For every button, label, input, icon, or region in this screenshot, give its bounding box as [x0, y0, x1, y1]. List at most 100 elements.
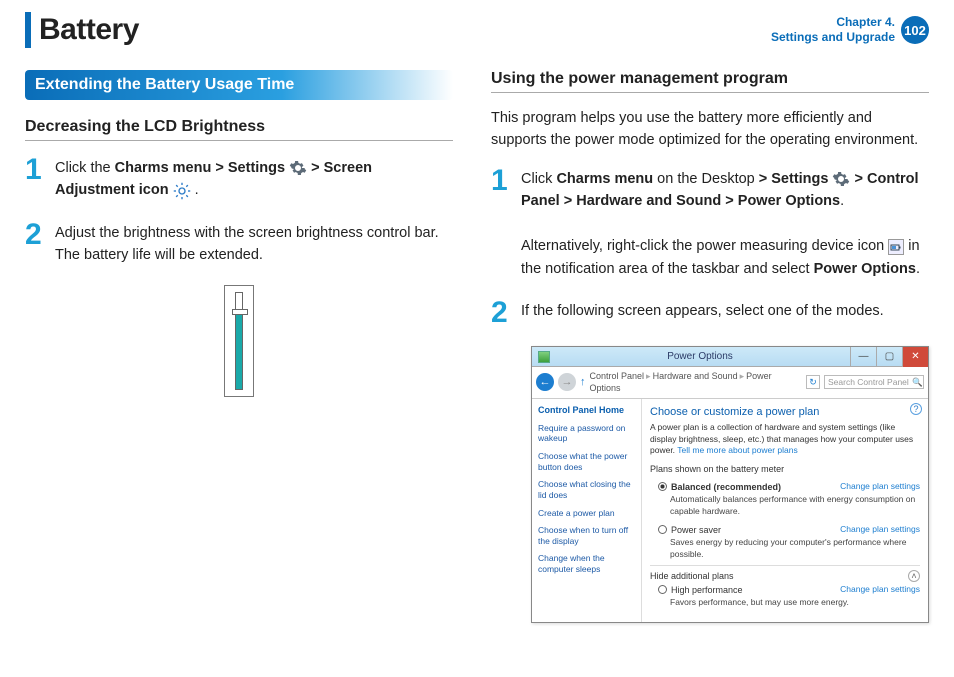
- sidebar-link[interactable]: Create a power plan: [538, 508, 635, 519]
- right-column: Using the power management program This …: [491, 70, 929, 623]
- step-number: 1: [491, 166, 521, 280]
- change-plan-link[interactable]: Change plan settings: [840, 481, 920, 492]
- header-right: Chapter 4. Settings and Upgrade 102: [771, 15, 929, 45]
- page-number-badge: 102: [901, 16, 929, 44]
- page-title: Battery: [39, 13, 139, 47]
- collapse-icon[interactable]: ˄: [908, 570, 920, 582]
- slider-fill: [236, 311, 242, 389]
- window-icon: [538, 351, 550, 363]
- maximize-button[interactable]: ▢: [876, 347, 902, 367]
- title-accent-bar: [25, 12, 31, 48]
- plan-option[interactable]: Power saver: [658, 524, 721, 536]
- text: .: [840, 193, 844, 209]
- bold-text: Power Options: [814, 261, 916, 277]
- bold-text: Charms menu: [556, 171, 653, 187]
- bc-item[interactable]: Hardware and Sound: [653, 371, 738, 381]
- text: Click: [521, 171, 556, 187]
- bold-text: Power Options: [738, 193, 840, 209]
- refresh-button[interactable]: ↻: [806, 375, 820, 389]
- plan-option[interactable]: High performance: [658, 584, 743, 596]
- sidebar-link[interactable]: Choose what the power button does: [538, 451, 635, 472]
- panel-heading: Choose or customize a power plan: [650, 405, 920, 420]
- search-placeholder: Search Control Panel: [828, 377, 909, 388]
- chapter-line1: Chapter 4.: [771, 15, 895, 30]
- plan-desc: Favors performance, but may use more ene…: [670, 597, 920, 608]
- plan-desc: Automatically balances performance with …: [670, 494, 920, 517]
- chapter-line2: Settings and Upgrade: [771, 30, 895, 45]
- brightness-icon: [173, 182, 191, 200]
- window-title: Power Options: [550, 350, 850, 364]
- main-panel: ? Choose or customize a power plan A pow…: [642, 399, 928, 622]
- chapter-label: Chapter 4. Settings and Upgrade: [771, 15, 895, 45]
- step-number: 1: [25, 155, 55, 202]
- bc-item[interactable]: Control Panel: [590, 371, 645, 381]
- step-1-left: 1 Click the Charms menu > Settings > Scr…: [25, 155, 453, 202]
- title-wrap: Battery: [25, 12, 139, 48]
- step-number: 2: [491, 298, 521, 328]
- change-plan-link[interactable]: Change plan settings: [840, 524, 920, 535]
- sidebar-link[interactable]: Choose when to turn off the display: [538, 525, 635, 546]
- section-heading: Extending the Battery Usage Time: [25, 70, 453, 100]
- step-2-right: 2 If the following screen appears, selec…: [491, 298, 929, 328]
- bold-text: Settings: [228, 160, 285, 176]
- back-button[interactable]: ←: [536, 373, 554, 391]
- radio-balanced[interactable]: [658, 482, 667, 491]
- radio-powersaver[interactable]: [658, 525, 667, 534]
- plan-high-row: High performance Change plan settings: [650, 582, 920, 596]
- page-header: Battery Chapter 4. Settings and Upgrade …: [25, 0, 929, 48]
- bold-text: Settings: [771, 171, 828, 187]
- close-button[interactable]: ✕: [902, 347, 928, 367]
- sidebar-home[interactable]: Control Panel Home: [538, 405, 635, 416]
- slider-thumb[interactable]: [232, 309, 248, 315]
- gt: >: [855, 171, 868, 187]
- left-column: Extending the Battery Usage Time Decreas…: [25, 70, 453, 623]
- step-body: Adjust the brightness with the screen br…: [55, 220, 453, 267]
- text: Click the: [55, 160, 115, 176]
- sidebar-link[interactable]: Choose what closing the lid does: [538, 479, 635, 500]
- plan-balanced-row: Balanced (recommended) Change plan setti…: [650, 479, 920, 493]
- bold-text: Charms menu: [115, 160, 212, 176]
- subsection-heading-lcd: Decreasing the LCD Brightness: [25, 118, 453, 141]
- plan-saver-row: Power saver Change plan settings: [650, 522, 920, 536]
- breadcrumb[interactable]: Control Panel▸Hardware and Sound▸Power O…: [590, 370, 801, 394]
- sidebar-link[interactable]: Change when the computer sleeps: [538, 553, 635, 574]
- window-titlebar: Power Options — ▢ ✕: [532, 347, 928, 367]
- plan-name: Power saver: [671, 524, 721, 536]
- gt: >: [211, 160, 228, 176]
- sidebar-link[interactable]: Require a password on wakeup: [538, 423, 635, 444]
- gt: >: [560, 193, 577, 209]
- step-1-right: 1 Click Charms menu on the Desktop > Set…: [491, 166, 929, 280]
- forward-button[interactable]: →: [558, 373, 576, 391]
- subsection-heading-power: Using the power management program: [491, 70, 929, 93]
- radio-highperf[interactable]: [658, 585, 667, 594]
- search-icon[interactable]: 🔍: [912, 377, 923, 388]
- power-options-screenshot: Power Options — ▢ ✕ ← → ↑ Control Panel▸…: [531, 346, 929, 623]
- window-buttons: — ▢ ✕: [850, 347, 928, 367]
- panel-description: A power plan is a collection of hardware…: [650, 422, 920, 456]
- change-plan-link[interactable]: Change plan settings: [840, 584, 920, 595]
- plan-desc: Saves energy by reducing your computer's…: [670, 537, 920, 560]
- help-icon[interactable]: ?: [910, 403, 922, 415]
- minimize-button[interactable]: —: [850, 347, 876, 367]
- search-input[interactable]: Search Control Panel🔍: [824, 375, 924, 389]
- intro-text: This program helps you use the battery m…: [491, 107, 929, 152]
- hide-plans-label[interactable]: Hide additional plans: [650, 570, 734, 582]
- plan-name: High performance: [671, 584, 743, 596]
- learn-more-link[interactable]: Tell me more about power plans: [677, 445, 797, 455]
- step-body: If the following screen appears, select …: [521, 298, 929, 328]
- gt: >: [721, 193, 738, 209]
- up-button[interactable]: ↑: [580, 375, 586, 390]
- brightness-slider-demo: [25, 285, 453, 397]
- bold-text: Hardware and Sound: [576, 193, 721, 209]
- plan-option[interactable]: Balanced (recommended): [658, 481, 781, 493]
- window-body: Control Panel Home Require a password on…: [532, 399, 928, 622]
- slider-frame: [224, 285, 254, 397]
- gt: >: [311, 160, 324, 176]
- sidebar: Control Panel Home Require a password on…: [532, 399, 642, 622]
- step-body: Click the Charms menu > Settings > Scree…: [55, 155, 453, 202]
- nav-bar: ← → ↑ Control Panel▸Hardware and Sound▸P…: [532, 367, 928, 398]
- text: on the Desktop: [653, 171, 759, 187]
- brightness-slider[interactable]: [235, 292, 243, 390]
- plan-name: Balanced (recommended): [671, 481, 781, 493]
- step-body: Click Charms menu on the Desktop > Setti…: [521, 166, 929, 280]
